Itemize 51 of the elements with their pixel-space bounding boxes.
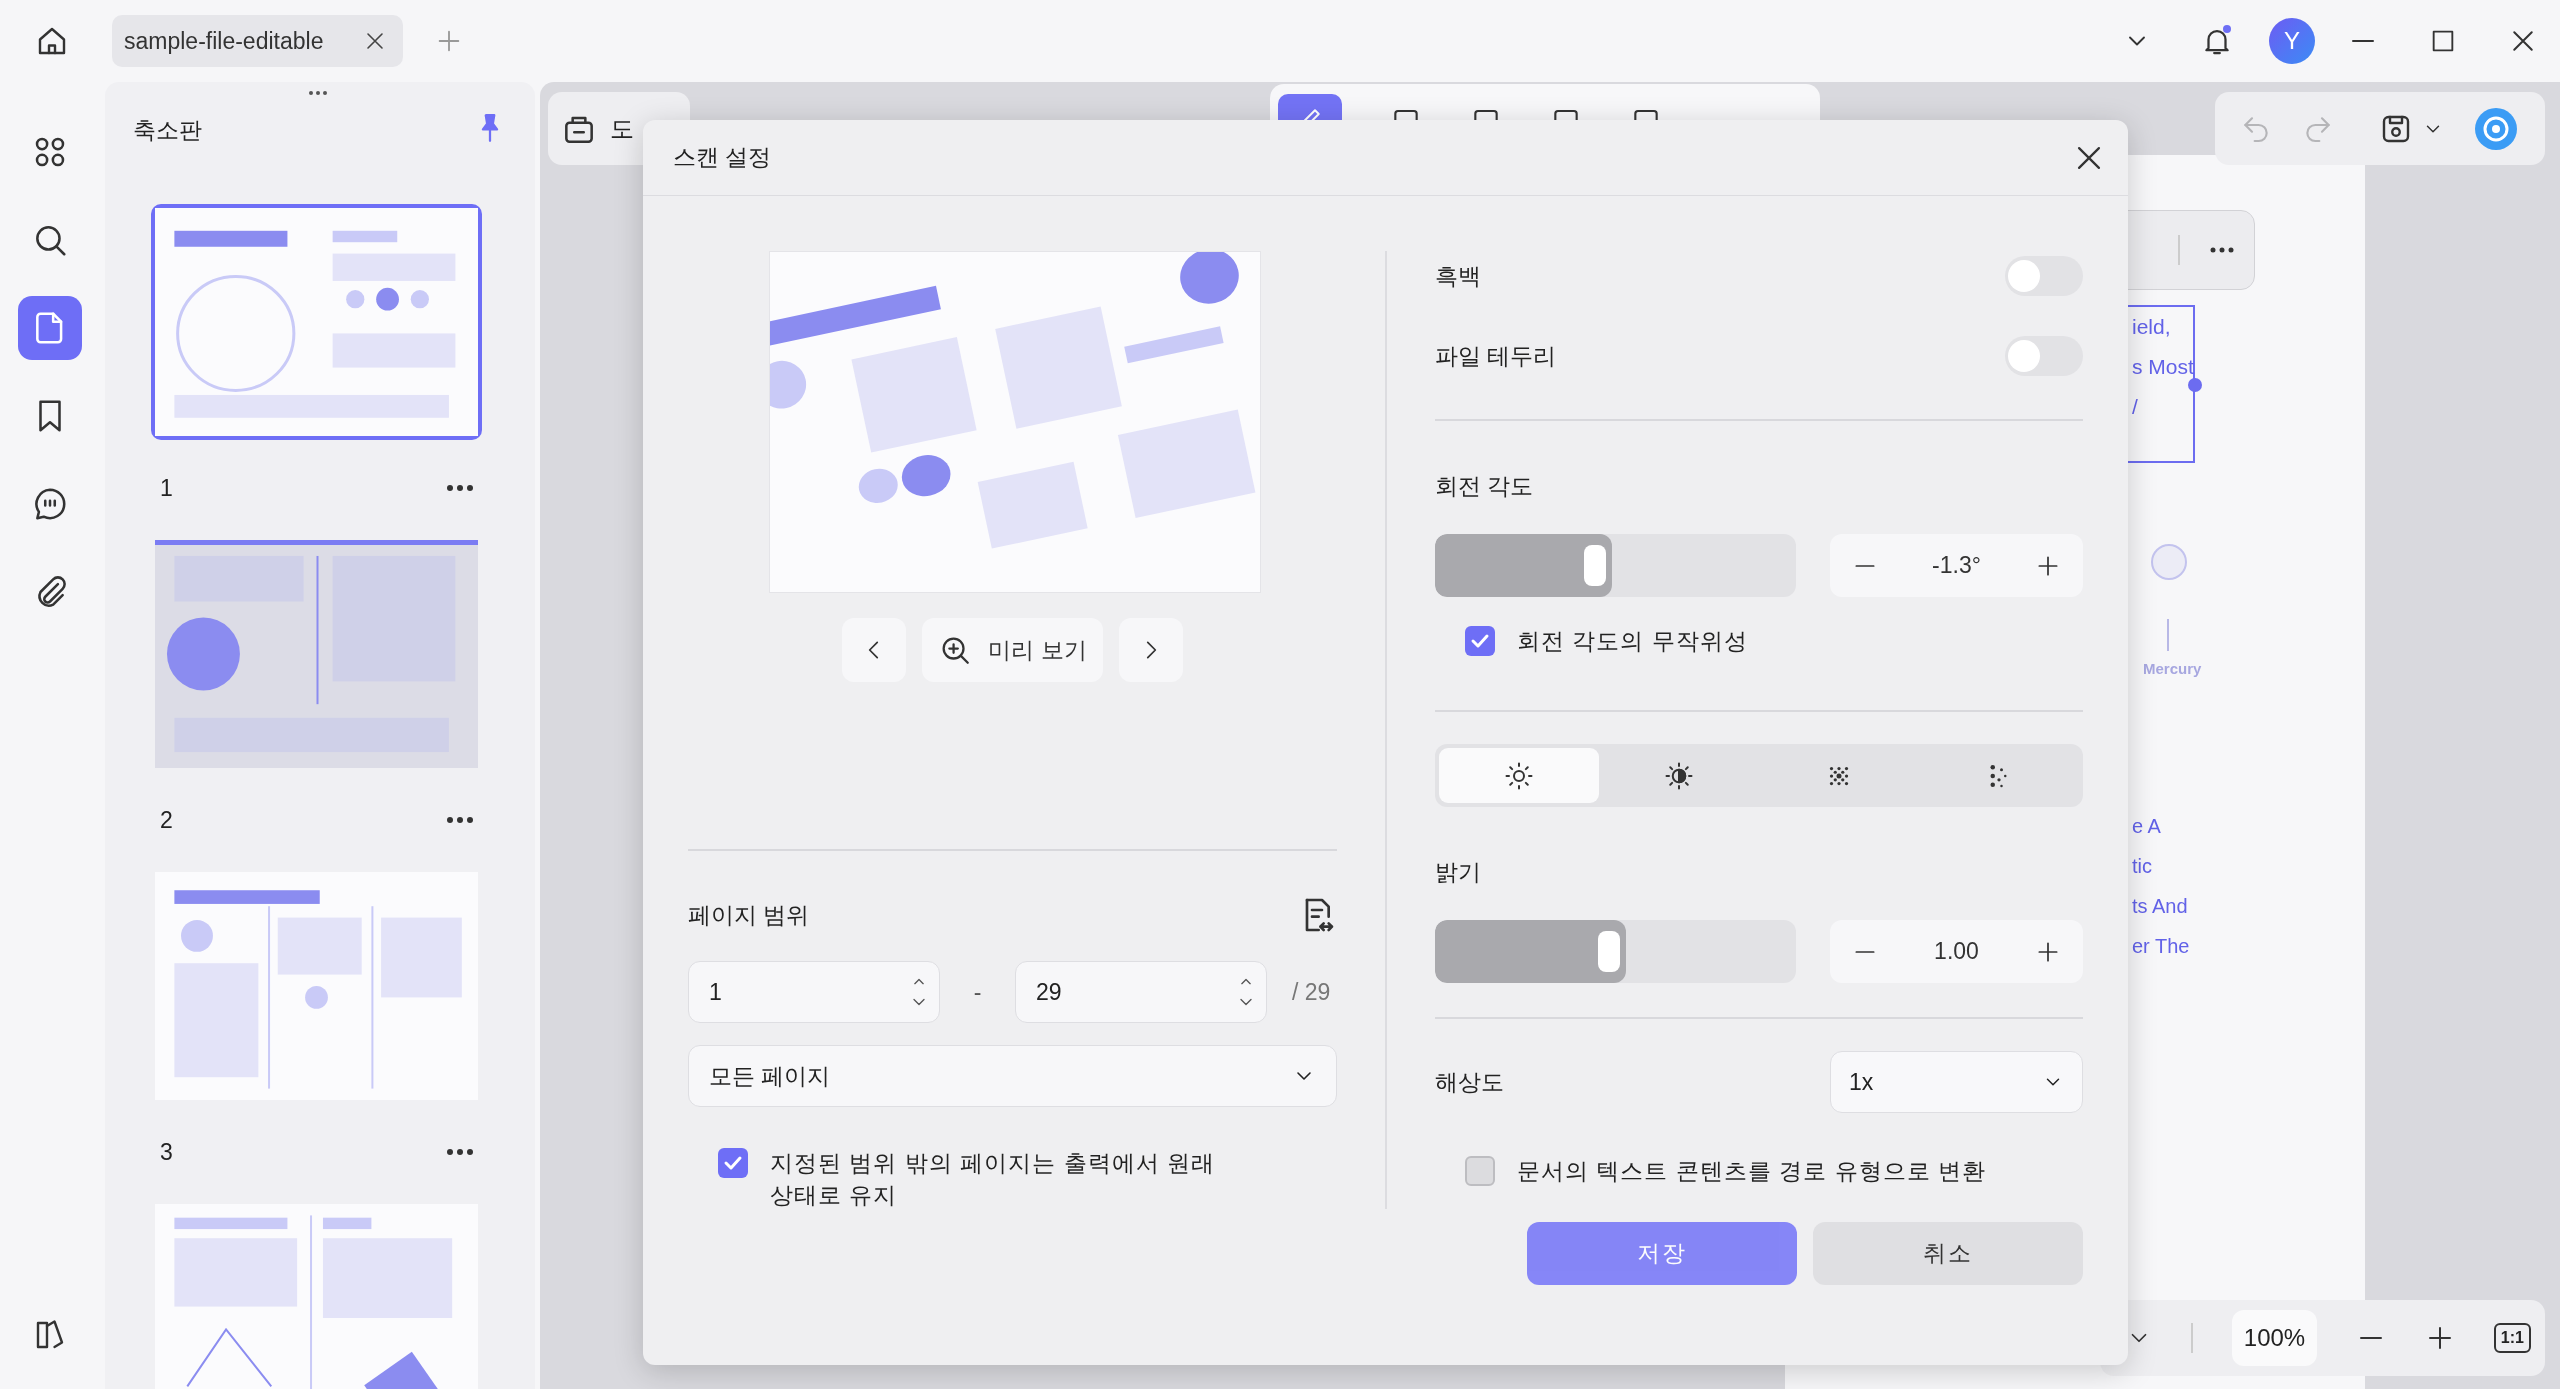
checkbox[interactable] — [718, 1148, 748, 1178]
toggle-switch[interactable] — [2005, 256, 2083, 296]
planet-label: Mercury — [2143, 660, 2202, 677]
document-text: er The — [2132, 935, 2190, 958]
toggle-label: 파일 테두리 — [1435, 341, 1557, 371]
section-label: 해상도 — [1435, 1067, 1504, 1097]
number-stepper[interactable]: -1.3° — [1830, 534, 2083, 597]
preview-button[interactable]: 미리 보기 — [922, 618, 1103, 682]
page-icon[interactable] — [18, 296, 82, 360]
panel-title: 축소판 — [133, 115, 202, 145]
cancel-button[interactable]: 취소 — [1813, 1222, 2083, 1285]
assistant-icon[interactable] — [2474, 106, 2518, 151]
toggle-switch[interactable] — [2005, 336, 2083, 376]
start-page-field[interactable]: 1 — [688, 961, 940, 1023]
document-text: / — [2132, 395, 2138, 419]
page-number: 3 — [160, 1138, 173, 1166]
slider[interactable] — [1435, 534, 1796, 597]
more-icon[interactable] — [446, 1148, 474, 1156]
avatar[interactable]: Y — [2269, 18, 2315, 64]
page-total: / 29 — [1292, 978, 1331, 1006]
zoom-level[interactable]: 100% — [2231, 1310, 2318, 1366]
more-icon[interactable] — [446, 484, 474, 492]
slider[interactable] — [1435, 920, 1796, 983]
document-text: e A — [2132, 815, 2161, 838]
more-icon[interactable] — [446, 816, 474, 824]
page-number: 1 — [160, 474, 173, 502]
planet-circle — [2149, 542, 2189, 582]
resolution-select[interactable]: 1x — [1830, 1051, 2083, 1113]
page-select[interactable]: 모든 페이지 — [688, 1045, 1337, 1107]
end-page-field[interactable]: 29 — [1015, 961, 1267, 1023]
checkbox[interactable] — [1465, 626, 1495, 656]
section-label: 회전 각도 — [1435, 473, 1534, 499]
toolbar-label: 도 — [610, 113, 634, 144]
checkbox-label: 문서의 텍스트 콘텐츠를 경로 유형으로 변환 — [1517, 1157, 1986, 1186]
toggle-label: 흑백 — [1435, 261, 1481, 291]
number-stepper[interactable]: 1.00 — [1830, 920, 2083, 983]
drag-handle-icon[interactable] — [308, 90, 328, 96]
document-tab[interactable]: sample-file-editable — [112, 15, 404, 67]
document-text: ts And — [2132, 895, 2188, 918]
checkbox-label: 지정된 범위 밖의 페이지는 출력에서 원래 상태로 유지 — [770, 1149, 1216, 1210]
page-number: 2 — [160, 806, 173, 834]
section-label: 페이지 범위 — [688, 900, 810, 930]
checkbox[interactable] — [1465, 1156, 1495, 1186]
document-text: tic — [2132, 855, 2152, 878]
dialog-title: 스캔 설정 — [673, 143, 772, 172]
actual-size-button[interactable]: 1:1 — [2493, 1323, 2531, 1353]
checkbox-label: 회전 각도의 무작위성 — [1517, 627, 1748, 656]
section-label: 밝기 — [1435, 859, 1481, 885]
more-icon[interactable] — [2210, 247, 2234, 253]
document-text: ield, — [2132, 315, 2171, 339]
range-separator: - — [972, 978, 983, 1006]
